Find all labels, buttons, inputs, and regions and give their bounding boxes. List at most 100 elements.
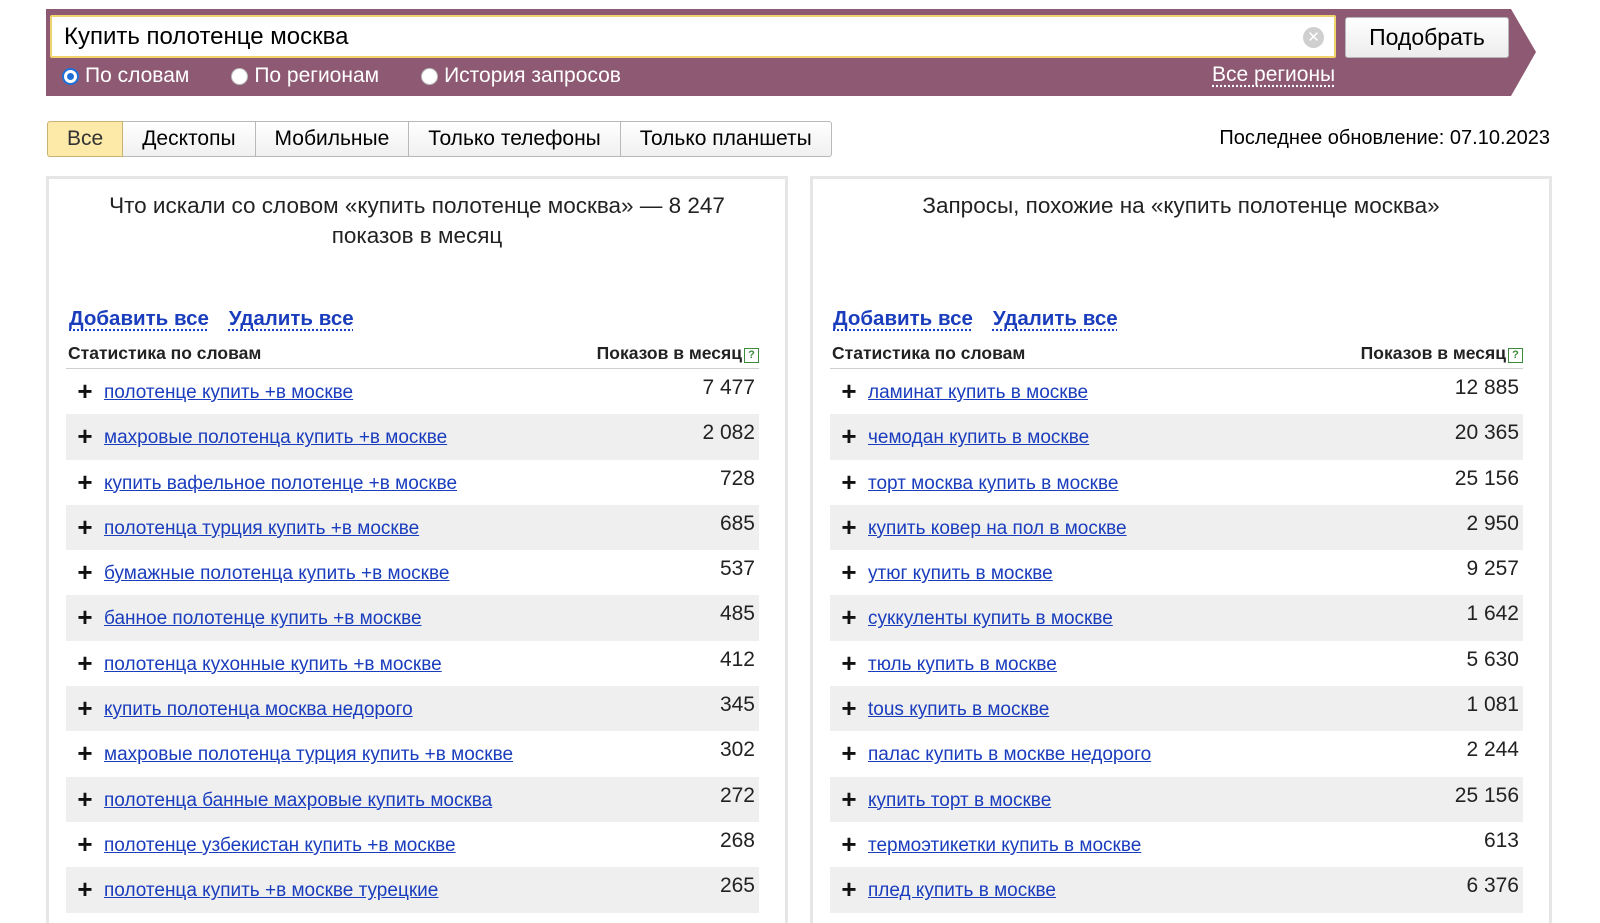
- table-row: + торт москва купить в москве 25 156: [830, 460, 1523, 505]
- search-box[interactable]: ✕: [50, 15, 1336, 58]
- plus-icon[interactable]: +: [830, 867, 868, 911]
- keyword-link[interactable]: палас купить в москве недорого: [868, 744, 1151, 766]
- keyword-link[interactable]: купить полотенца москва недорого: [104, 699, 413, 721]
- keyword-link[interactable]: термоэтикетки купить в москве: [868, 835, 1141, 857]
- radio-label: По словам: [85, 64, 190, 87]
- keyword-link[interactable]: купить ковер на пол в москве: [868, 518, 1127, 540]
- keyword-link[interactable]: купить торт в москве: [868, 790, 1051, 812]
- radio-dot: [421, 67, 439, 85]
- radio-label: По регионам: [254, 64, 380, 87]
- keyword-link[interactable]: бумажные полотенца купить +в москве: [104, 563, 449, 585]
- table-row: + полотенца кухонные купить +в москве 412: [66, 641, 759, 686]
- radio-by-regions[interactable]: По регионам: [231, 64, 379, 88]
- keyword-link[interactable]: полотенца турция купить +в москве: [104, 518, 419, 540]
- keyword-link[interactable]: махровые полотенца турция купить +в моск…: [104, 744, 513, 766]
- table-row: + купить торт в москве 25 156: [830, 776, 1523, 822]
- remove-all-link[interactable]: Удалить все: [993, 307, 1118, 331]
- plus-icon[interactable]: +: [66, 867, 104, 911]
- tab-tablets-only[interactable]: Только планшеты: [620, 121, 832, 157]
- keyword-link[interactable]: плед купить в москве: [868, 880, 1056, 902]
- plus-icon[interactable]: +: [830, 595, 868, 639]
- tab-desktops[interactable]: Десктопы: [123, 121, 256, 157]
- keyword-link[interactable]: tous купить в москве: [868, 699, 1049, 721]
- panel-title: Запросы, похожие на «купить полотенце мо…: [922, 193, 1440, 218]
- plus-icon[interactable]: +: [830, 550, 868, 594]
- help-icon[interactable]: ?: [1508, 348, 1523, 363]
- keyword-link[interactable]: купить вафельное полотенце +в москве: [104, 473, 457, 495]
- radio-history[interactable]: История запросов: [421, 64, 621, 88]
- impressions-count: 2 082: [702, 421, 755, 445]
- table-row: + палас купить в москве недорого 2 244: [830, 731, 1523, 776]
- add-all-link[interactable]: Добавить все: [69, 307, 209, 331]
- plus-icon[interactable]: +: [830, 414, 868, 458]
- remove-all-link[interactable]: Удалить все: [229, 307, 354, 331]
- tab-all[interactable]: Все: [47, 121, 124, 157]
- keyword-link[interactable]: чемодан купить в москве: [868, 427, 1089, 449]
- keyword-link[interactable]: суккуленты купить в москве: [868, 608, 1113, 630]
- impressions-count: 412: [719, 647, 755, 671]
- tab-mobile[interactable]: Мобильные: [255, 121, 410, 157]
- table-row: + банное полотенце купить +в москве 485: [66, 595, 759, 641]
- plus-icon[interactable]: +: [66, 369, 104, 413]
- table-header: Статистика по словам Показов в месяц?: [66, 343, 759, 369]
- plus-icon[interactable]: +: [66, 822, 104, 866]
- keyword-link[interactable]: полотенце купить +в москве: [104, 382, 353, 404]
- impressions-count: 1 642: [1466, 602, 1519, 626]
- plus-icon[interactable]: +: [66, 505, 104, 549]
- plus-icon[interactable]: +: [830, 731, 868, 775]
- impressions-count: 613: [1483, 828, 1519, 852]
- table-row: + полотенце узбекистан купить +в москве 26…: [66, 822, 759, 867]
- all-regions-link[interactable]: Все регионы: [1212, 63, 1335, 87]
- col-count: Показов в месяц?: [597, 343, 759, 368]
- impressions-count: 265: [719, 874, 755, 898]
- table-row: + купить вафельное полотенце +в москве 728: [66, 460, 759, 505]
- impressions-count: 12 885: [1454, 376, 1519, 399]
- clear-icon[interactable]: ✕: [1303, 27, 1324, 48]
- radio-by-words[interactable]: По словам: [62, 64, 189, 88]
- keyword-link[interactable]: утюг купить в москве: [868, 563, 1053, 585]
- table-header: Статистика по словам Показов в месяц?: [830, 343, 1523, 369]
- impressions-count: 7 477: [702, 376, 755, 399]
- search-input[interactable]: [64, 23, 1284, 51]
- table-row: + махровые полотенца турция купить +в мос…: [66, 731, 759, 776]
- keyword-link[interactable]: полотенца купить +в москве турецкие: [104, 880, 438, 902]
- plus-icon[interactable]: +: [830, 641, 868, 685]
- tab-phones-only[interactable]: Только телефоны: [409, 121, 621, 157]
- plus-icon[interactable]: +: [66, 686, 104, 730]
- keyword-link[interactable]: полотенца кухонные купить +в москве: [104, 654, 442, 676]
- submit-button[interactable]: Подобрать: [1345, 17, 1509, 58]
- impressions-count: 9 257: [1466, 557, 1519, 581]
- plus-icon[interactable]: +: [830, 822, 868, 866]
- table-row: + плед купить в москве 6 376: [830, 867, 1523, 913]
- plus-icon[interactable]: +: [830, 777, 868, 821]
- keyword-link[interactable]: торт москва купить в москве: [868, 473, 1118, 495]
- plus-icon[interactable]: +: [66, 550, 104, 594]
- keyword-link[interactable]: ламинат купить в москве: [868, 382, 1088, 404]
- plus-icon[interactable]: +: [66, 641, 104, 685]
- plus-icon[interactable]: +: [830, 460, 868, 504]
- plus-icon[interactable]: +: [830, 505, 868, 549]
- plus-icon[interactable]: +: [830, 686, 868, 730]
- impressions-count: 537: [719, 557, 755, 581]
- help-icon[interactable]: ?: [744, 348, 759, 363]
- impressions-count: 25 156: [1454, 466, 1519, 490]
- plus-icon[interactable]: +: [66, 460, 104, 504]
- table-row: + полотенца банные махровые купить москва…: [66, 776, 759, 822]
- keyword-link[interactable]: тюль купить в москве: [868, 654, 1057, 676]
- add-all-link[interactable]: Добавить все: [833, 307, 973, 331]
- panel-title: Что искали со словом «купить полотенце м…: [109, 193, 725, 248]
- plus-icon[interactable]: +: [66, 414, 104, 458]
- left-panel: Что искали со словом «купить полотенце м…: [46, 176, 788, 923]
- plus-icon[interactable]: +: [66, 595, 104, 639]
- impressions-count: 20 365: [1454, 421, 1519, 445]
- plus-icon[interactable]: +: [830, 369, 868, 413]
- keyword-link[interactable]: полотенца банные махровые купить москва: [104, 790, 492, 812]
- plus-icon[interactable]: +: [66, 777, 104, 821]
- keyword-link[interactable]: махровые полотенца купить +в москве: [104, 427, 447, 449]
- impressions-count: 272: [719, 783, 755, 807]
- table-row: + махровые полотенца купить +в москве 2 08…: [66, 414, 759, 460]
- keyword-link[interactable]: полотенце узбекистан купить +в москве: [104, 835, 456, 857]
- keyword-link[interactable]: банное полотенце купить +в москве: [104, 608, 422, 630]
- table-row: + полотенца купить +в москве турецкие 265: [66, 867, 759, 913]
- plus-icon[interactable]: +: [66, 731, 104, 775]
